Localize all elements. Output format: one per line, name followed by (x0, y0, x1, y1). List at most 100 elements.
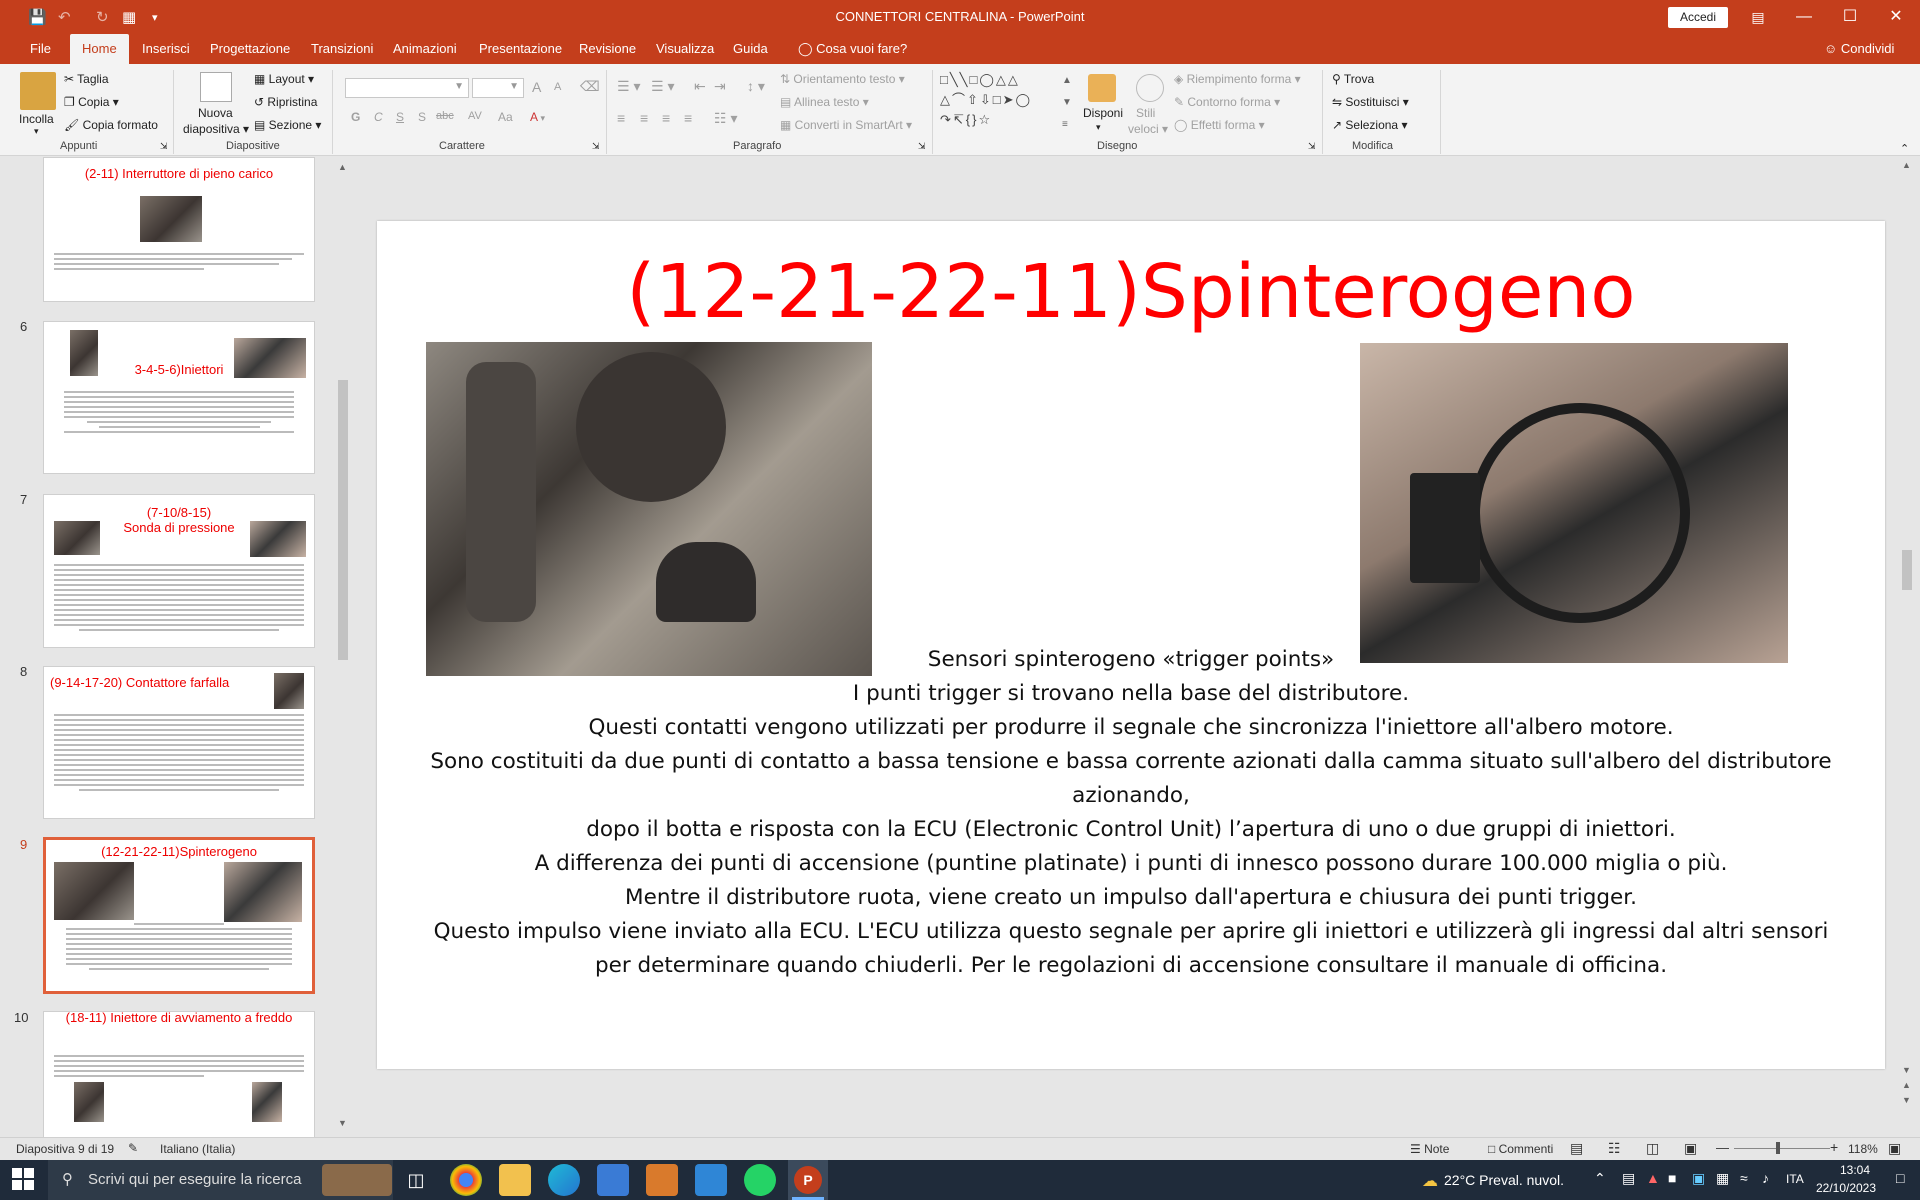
whatsapp-icon[interactable] (744, 1164, 776, 1196)
align-text-button[interactable]: ▤ Allinea testo ▾ (780, 95, 869, 109)
grow-font-button[interactable]: A (532, 79, 541, 95)
share-button[interactable]: ☺ Condividi (1812, 34, 1906, 64)
windows-start-icon[interactable] (12, 1168, 34, 1190)
arrange-dropdown-icon[interactable]: ▾ (1096, 122, 1101, 133)
spelling-icon[interactable]: ✎ (128, 1141, 138, 1155)
editor-scrollbar[interactable]: ▲ ▼ ▲ ▼ (1900, 160, 1914, 1110)
font-launcher-icon[interactable]: ⇲ (592, 141, 600, 152)
paste-dropdown-icon[interactable]: ▾ (34, 126, 39, 137)
tray-app-icon[interactable]: ▣ (1692, 1170, 1705, 1187)
tab-view[interactable]: Visualizza (644, 34, 726, 64)
thumbnails-scrollbar[interactable]: ▲ ▼ (336, 160, 350, 1130)
tab-transitions[interactable]: Transizioni (299, 34, 385, 64)
fit-to-window-icon[interactable]: ▣ (1888, 1140, 1901, 1157)
edge-icon[interactable] (548, 1164, 580, 1196)
sign-in-button[interactable]: Accedi (1668, 7, 1728, 28)
thumbnail-slide-10[interactable]: (18-11) Iniettore di avviamento a freddo (43, 1011, 315, 1141)
thumbnail-slide-9-selected[interactable]: (12-21-22-11)Spinterogeno (43, 837, 315, 994)
copy-button[interactable]: ❐ Copia ▾ (64, 95, 119, 109)
font-size-select[interactable]: ▼ (472, 78, 524, 98)
format-painter-button[interactable]: 🖌 Copia formato (64, 118, 158, 132)
slide-canvas[interactable]: (12-21-22-11)Spinterogeno Sensori spinte… (377, 221, 1885, 1069)
wifi-icon[interactable]: ≈ (1740, 1170, 1748, 1186)
smartart-button[interactable]: ▦ Converti in SmartArt ▾ (780, 118, 912, 132)
maximize-button[interactable]: ☐ (1827, 0, 1873, 34)
tab-home[interactable]: Home (70, 34, 129, 64)
tell-me-box[interactable]: ◯ Cosa vuoi fare? (786, 34, 919, 64)
comments-button[interactable]: □ Commenti (1488, 1142, 1553, 1156)
thumbnail-slide-7[interactable]: (7-10/8-15) Sonda di pressione (43, 494, 315, 648)
clear-formatting-icon[interactable]: ⌫ (580, 78, 600, 95)
tab-help[interactable]: Guida (721, 34, 780, 64)
redo-icon[interactable]: ↻ (96, 0, 109, 34)
language-indicator[interactable]: Italiano (Italia) (160, 1142, 235, 1156)
select-button[interactable]: ↗ Seleziona ▾ (1332, 118, 1407, 132)
tab-slideshow[interactable]: Presentazione (467, 34, 574, 64)
shape-fill-button[interactable]: ◈ Riempimento forma ▾ (1174, 72, 1301, 86)
change-case-button[interactable]: Aa (498, 110, 513, 124)
tab-animations[interactable]: Animazioni (381, 34, 469, 64)
tray-app-icon[interactable]: ▲ (1646, 1170, 1660, 1186)
layout-button[interactable]: ▦ Layout ▾ (254, 72, 314, 86)
start-from-beginning-icon[interactable]: ▦ (122, 0, 136, 34)
align-right-icon[interactable]: ≡ (662, 110, 670, 126)
shadow-button[interactable]: S (418, 110, 426, 124)
input-language[interactable]: ITA (1786, 1172, 1804, 1186)
previous-slide-icon[interactable]: ▲ (1902, 1080, 1911, 1090)
file-explorer-icon[interactable] (499, 1164, 531, 1196)
shape-outline-button[interactable]: ✎ Contorno forma ▾ (1174, 95, 1280, 109)
section-button[interactable]: ▤ Sezione ▾ (254, 118, 321, 132)
line-spacing-icon[interactable]: ↕ ▾ (747, 78, 765, 95)
font-name-select[interactable]: ▼ (345, 78, 469, 98)
tab-insert[interactable]: Inserisci (130, 34, 202, 64)
collapse-ribbon-icon[interactable]: ⌃ (1900, 142, 1909, 155)
scroll-thumb[interactable] (1902, 550, 1912, 590)
minimize-button[interactable]: — (1781, 0, 1827, 34)
bullets-icon[interactable]: ☰ ▾ (617, 78, 640, 95)
zoom-level[interactable]: 118% (1848, 1142, 1878, 1156)
increase-indent-icon[interactable]: ⇥ (714, 78, 726, 95)
paste-icon[interactable] (20, 72, 56, 110)
customize-qat-icon[interactable]: ▾ (152, 0, 158, 34)
numbering-icon[interactable]: ☰ ▾ (651, 78, 674, 95)
clock-time[interactable]: 13:04 (1820, 1163, 1890, 1177)
volume-icon[interactable]: ♪ (1762, 1170, 1769, 1186)
quick-styles-button-l1[interactable]: Stili (1136, 106, 1155, 120)
slide-image-distributor-parts[interactable] (426, 342, 872, 676)
normal-view-icon[interactable]: ▤ (1570, 1140, 1583, 1157)
slide-image-trigger-points[interactable] (1360, 343, 1788, 663)
font-color-button[interactable]: A ▾ (530, 110, 545, 124)
quick-styles-icon[interactable] (1136, 74, 1164, 102)
slide-body-text[interactable]: Sensori spinterogeno «trigger points» I … (417, 643, 1845, 983)
task-view-icon[interactable]: ◫ (400, 1164, 432, 1196)
tray-app-icon[interactable]: ■ (1668, 1170, 1676, 1186)
thumbnail-slide-5[interactable]: (2-11) Interruttore di pieno carico (43, 157, 315, 302)
reading-view-icon[interactable]: ◫ (1646, 1140, 1659, 1157)
thumbnail-slide-8[interactable]: (9-14-17-20) Contattore farfalla (43, 666, 315, 819)
scroll-thumb[interactable] (338, 380, 348, 660)
arrange-button[interactable]: Disponi (1083, 106, 1123, 120)
weather-icon[interactable]: ☁ (1422, 1171, 1438, 1191)
tray-overflow-icon[interactable]: ⌃ (1594, 1170, 1606, 1187)
zoom-in-icon[interactable]: + (1830, 1139, 1838, 1155)
scroll-down-icon[interactable]: ▼ (1902, 1065, 1911, 1075)
store-icon[interactable] (597, 1164, 629, 1196)
tab-file[interactable]: File (18, 34, 63, 64)
notes-button[interactable]: ☰ Note (1410, 1142, 1449, 1156)
zoom-slider[interactable] (1734, 1148, 1830, 1149)
tray-app-icon[interactable]: ▦ (1716, 1170, 1729, 1187)
mail-icon[interactable] (695, 1164, 727, 1196)
align-center-icon[interactable]: ≡ (640, 110, 648, 126)
paragraph-launcher-icon[interactable]: ⇲ (918, 141, 926, 152)
chrome-icon[interactable] (450, 1164, 482, 1196)
justify-icon[interactable]: ≡ (684, 110, 692, 126)
clock-date[interactable]: 22/10/2023 (1806, 1181, 1886, 1195)
scroll-up-icon[interactable]: ▲ (338, 162, 347, 172)
powerpoint-taskbar-button[interactable]: P (788, 1160, 828, 1200)
shape-effects-button[interactable]: ◯ Effetti forma ▾ (1174, 118, 1265, 132)
close-button[interactable]: ✕ (1873, 0, 1919, 34)
next-slide-icon[interactable]: ▼ (1902, 1095, 1911, 1105)
paste-button[interactable]: Incolla (19, 112, 54, 126)
decrease-indent-icon[interactable]: ⇤ (694, 78, 706, 95)
slide-sorter-icon[interactable]: ☷ (1608, 1140, 1621, 1157)
